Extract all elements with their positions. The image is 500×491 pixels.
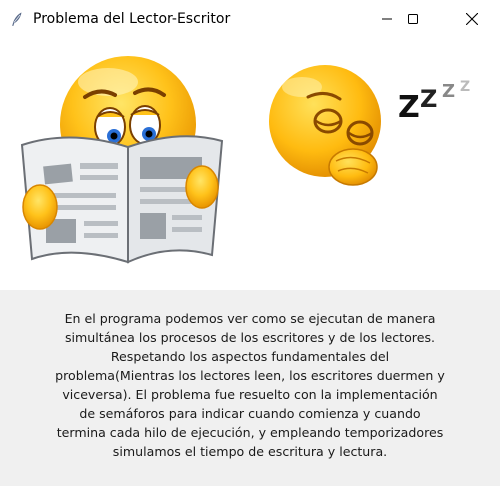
emoji-sleeping: Z Z Z Z bbox=[269, 65, 470, 186]
bottom-strip bbox=[0, 486, 500, 491]
maximize-icon bbox=[408, 13, 418, 24]
sleep-z-3: Z bbox=[442, 81, 455, 102]
illustration-panel: Z Z Z Z bbox=[0, 37, 500, 290]
window-title: Problema del Lector-Escritor bbox=[33, 10, 231, 27]
feather-icon bbox=[12, 12, 22, 26]
sleep-z-2: Z bbox=[420, 85, 437, 113]
illustration: Z Z Z Z bbox=[20, 56, 470, 264]
sleep-z-4: Z bbox=[460, 79, 470, 95]
title-bar[interactable]: Problema del Lector-Escritor bbox=[0, 0, 500, 37]
description-text: En el programa podemos ver como se ejecu… bbox=[55, 311, 445, 459]
close-button[interactable] bbox=[449, 0, 495, 37]
close-icon bbox=[466, 12, 478, 25]
maximize-button[interactable] bbox=[390, 0, 436, 37]
sleep-z-1: Z bbox=[398, 90, 420, 125]
emoji-reading-newspaper bbox=[20, 56, 224, 264]
